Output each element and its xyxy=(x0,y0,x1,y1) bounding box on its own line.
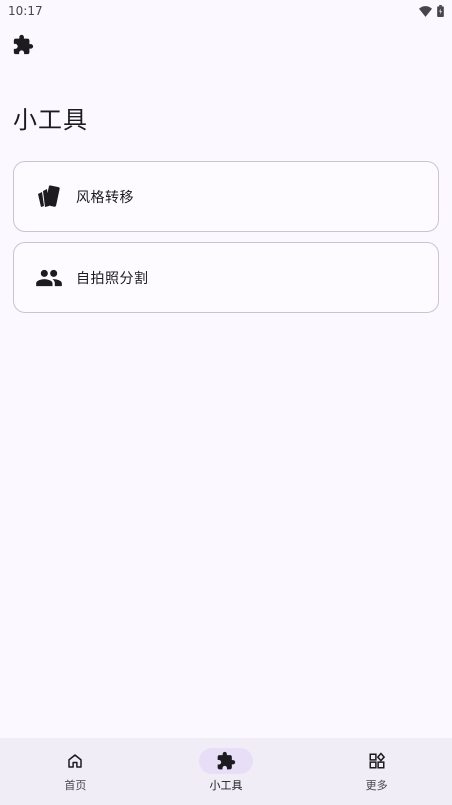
tool-card-label: 自拍照分割 xyxy=(76,270,149,287)
status-time: 10:17 xyxy=(8,4,43,18)
tool-card-style-transfer[interactable]: 风格转移 xyxy=(13,161,439,232)
tool-card-selfie-segmentation[interactable]: 自拍照分割 xyxy=(13,242,439,313)
people-icon xyxy=(34,263,64,293)
nav-label: 首页 xyxy=(64,779,87,792)
battery-icon xyxy=(437,5,444,17)
extension-icon xyxy=(217,751,236,770)
nav-label: 小工具 xyxy=(209,779,243,792)
nav-indicator xyxy=(350,748,404,774)
extension-icon xyxy=(13,34,34,55)
status-icons xyxy=(419,5,444,17)
wifi-icon xyxy=(419,5,432,17)
nav-item-tools[interactable]: 小工具 xyxy=(151,738,301,805)
style-icon xyxy=(34,182,64,212)
nav-item-more[interactable]: 更多 xyxy=(302,738,452,805)
page-title: 小工具 xyxy=(13,106,88,134)
nav-item-home[interactable]: 首页 xyxy=(0,738,150,805)
widgets-icon xyxy=(369,752,385,769)
home-icon xyxy=(68,754,83,768)
nav-label: 更多 xyxy=(365,779,388,792)
nav-active-indicator xyxy=(198,748,253,774)
bottom-navigation: 首页 小工具 更多 xyxy=(0,738,452,805)
status-bar: 10:17 xyxy=(0,0,452,22)
top-bar-extension-icon xyxy=(12,34,36,58)
tool-card-label: 风格转移 xyxy=(76,189,134,206)
nav-indicator xyxy=(48,748,102,774)
